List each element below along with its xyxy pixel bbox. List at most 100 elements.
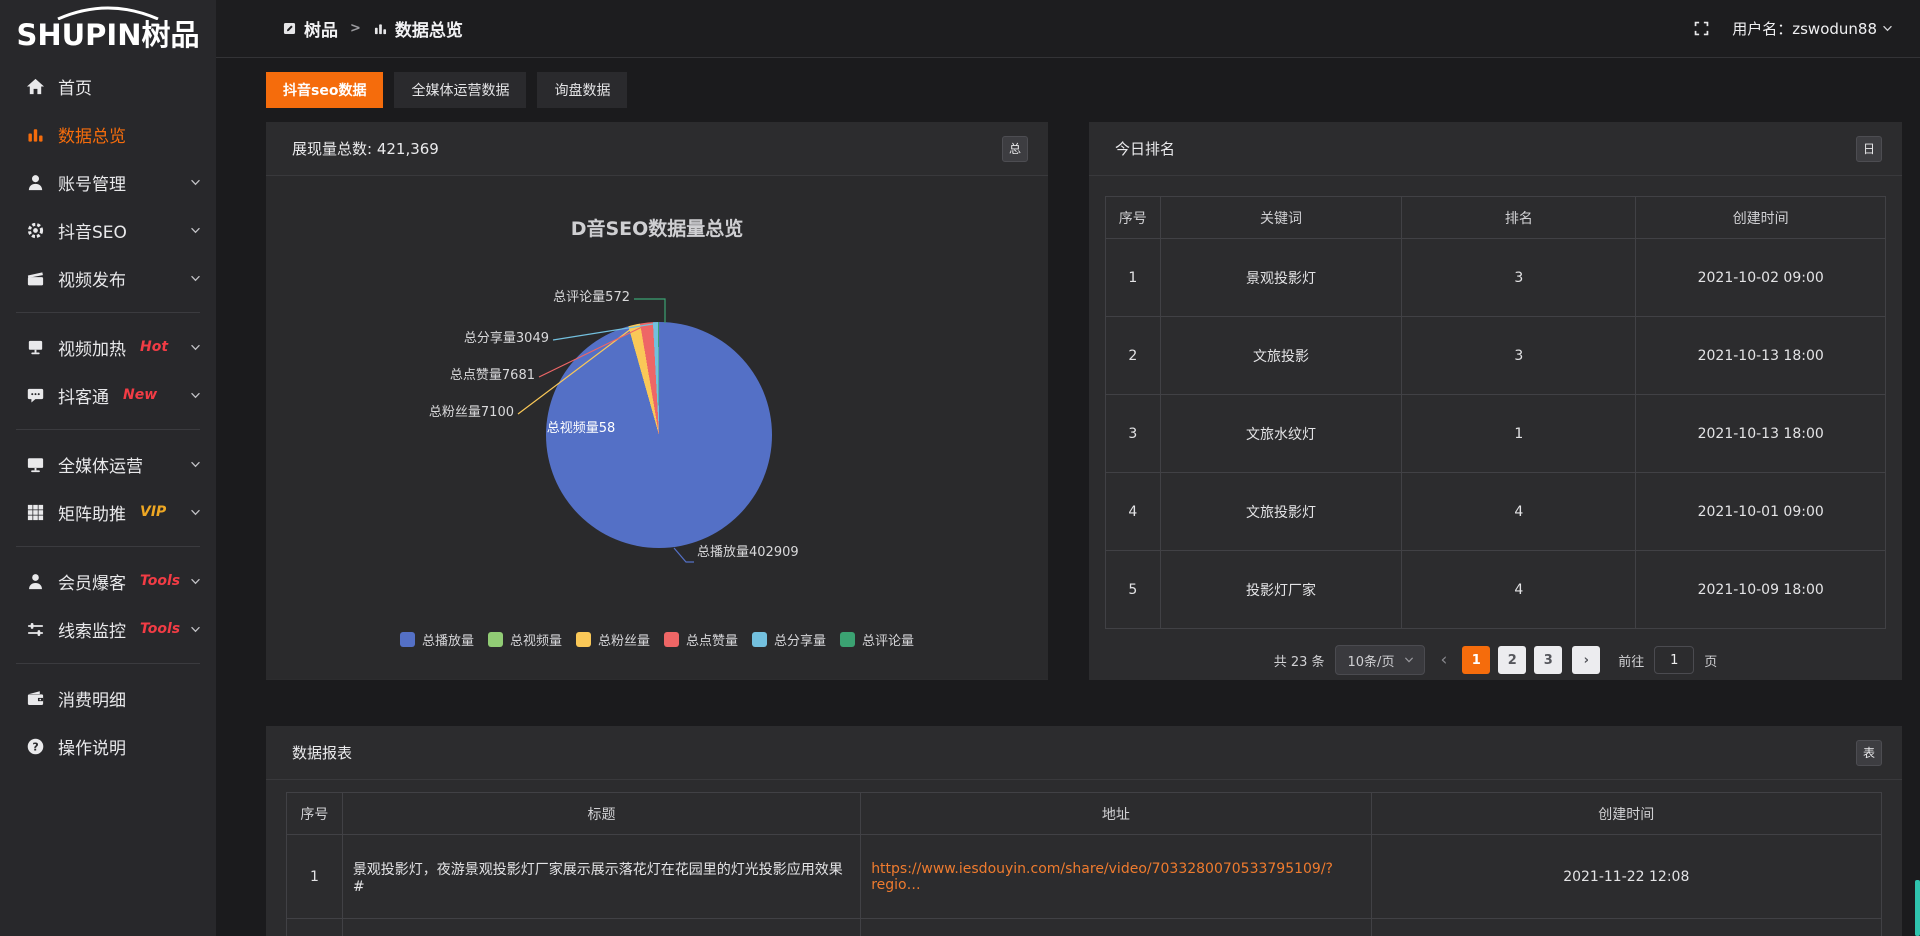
column-header: 创建时间 bbox=[1371, 793, 1881, 835]
chevron-down-icon bbox=[1403, 654, 1415, 666]
grid-icon bbox=[26, 503, 45, 522]
brand-logo[interactable]: SHUPIN树品 bbox=[0, 0, 216, 60]
sidebar-item-account[interactable]: 账号管理 bbox=[0, 158, 216, 206]
sliders-icon bbox=[26, 620, 45, 639]
tab-0[interactable]: 抖音seo数据 bbox=[266, 72, 383, 108]
page-button-2[interactable]: 2 bbox=[1498, 646, 1526, 674]
pie-label-name: 总点赞量 bbox=[450, 368, 502, 383]
sidebar-item-lead-monitor[interactable]: 线索监控Tools bbox=[0, 605, 216, 653]
sidebar-item-video-boost[interactable]: 视频加热Hot bbox=[0, 323, 216, 371]
ranking-card-title: 今日排名 bbox=[1115, 138, 1175, 159]
legend-swatch bbox=[664, 632, 679, 647]
column-header: 标题 bbox=[342, 793, 860, 835]
sidebar-item-badge: New bbox=[123, 387, 157, 403]
legend-item-1[interactable]: 总视频量 bbox=[488, 630, 562, 649]
table-row: 5投影灯厂家42021-10-09 18:00 bbox=[1106, 551, 1886, 629]
breadcrumb-item-shupin[interactable]: 树品 bbox=[282, 16, 338, 41]
legend-label: 总点赞量 bbox=[686, 630, 738, 649]
sidebar-item-expense-detail[interactable]: 消费明细 bbox=[0, 674, 216, 722]
chart-title: D音SEO数据量总览 bbox=[266, 214, 1048, 241]
page-buttons: 123 bbox=[1462, 646, 1562, 674]
goto-unit: 页 bbox=[1704, 651, 1717, 670]
table-cell: 5 bbox=[1106, 551, 1161, 629]
sidebar-item-label: 消费明细 bbox=[58, 686, 126, 711]
fullscreen-icon[interactable] bbox=[1693, 20, 1710, 37]
page-button-3[interactable]: 3 bbox=[1534, 646, 1562, 674]
table-row bbox=[287, 919, 1882, 936]
table-cell: 3 bbox=[1402, 317, 1636, 395]
table-row: 4文旅投影灯42021-10-01 09:00 bbox=[1106, 473, 1886, 551]
tab-1[interactable]: 全媒体运营数据 bbox=[394, 72, 526, 108]
pie-label-4: 总分享量3049 bbox=[464, 330, 549, 348]
sidebar-item-label: 数据总览 bbox=[58, 122, 126, 147]
sidebar-item-label: 操作说明 bbox=[58, 734, 126, 759]
screen-icon bbox=[26, 338, 45, 357]
breadcrumb-item-data-overview[interactable]: 数据总览 bbox=[373, 16, 463, 41]
sidebar-item-badge: Hot bbox=[140, 339, 168, 355]
legend-label: 总视频量 bbox=[510, 630, 562, 649]
legend-swatch bbox=[840, 632, 855, 647]
sidebar-item-matrix-push[interactable]: 矩阵助推VIP bbox=[0, 488, 216, 536]
sidebar-item-douketong[interactable]: 抖客通New bbox=[0, 371, 216, 419]
chevron-down-icon bbox=[1881, 22, 1894, 35]
pie-label-name: 总分享量 bbox=[464, 331, 516, 346]
table-cell: 景观投影灯 bbox=[1160, 239, 1402, 317]
next-page-button[interactable]: › bbox=[1572, 646, 1600, 674]
tab-2[interactable]: 询盘数据 bbox=[537, 72, 627, 108]
legend-item-2[interactable]: 总粉丝量 bbox=[576, 630, 650, 649]
sidebar-item-label: 视频发布 bbox=[58, 266, 126, 291]
prev-page-button[interactable]: ‹ bbox=[1435, 650, 1452, 670]
chart-legend: 总播放量 总视频量 总粉丝量 总点赞量总分享量总评论量 bbox=[266, 630, 1048, 649]
page-button-1[interactable]: 1 bbox=[1462, 646, 1490, 674]
table-view-button[interactable]: 表 bbox=[1856, 740, 1882, 766]
total-view-button[interactable]: 总 bbox=[1002, 136, 1028, 162]
goto-page-input[interactable] bbox=[1654, 646, 1694, 674]
chevron-down-icon bbox=[189, 389, 202, 402]
sidebar-item-video-publish[interactable]: 视频发布 bbox=[0, 254, 216, 302]
scrollbar-thumb[interactable] bbox=[1915, 880, 1920, 936]
legend-item-5[interactable]: 总评论量 bbox=[840, 630, 914, 649]
ranking-pagination: 共 23 条 10条/页 ‹ 123 › 前往 页 bbox=[1105, 645, 1886, 675]
legend-item-3[interactable]: 总点赞量 bbox=[664, 630, 738, 649]
topbar: 树品 > 数据总览 用户名：zswodun88 bbox=[216, 0, 1920, 58]
pie-label-1: 总视频量58 bbox=[547, 420, 616, 438]
table-cell: 4 bbox=[1106, 473, 1161, 551]
data-source-tabs: 抖音seo数据全媒体运营数据询盘数据 bbox=[266, 72, 1902, 108]
logo-arc bbox=[52, 6, 164, 20]
pie-label-value: 58 bbox=[599, 421, 616, 436]
legend-item-4[interactable]: 总分享量 bbox=[752, 630, 826, 649]
sidebar-item-douyin-seo[interactable]: 抖音SEO bbox=[0, 206, 216, 254]
legend-label: 总播放量 bbox=[422, 630, 474, 649]
chevron-down-icon bbox=[189, 506, 202, 519]
daily-view-button[interactable]: 日 bbox=[1856, 136, 1882, 162]
sidebar-item-data-overview[interactable]: 数据总览 bbox=[0, 110, 216, 158]
legend-swatch bbox=[752, 632, 767, 647]
table-cell: 文旅投影灯 bbox=[1160, 473, 1402, 551]
sidebar-divider bbox=[16, 429, 200, 430]
sidebar-item-badge: Tools bbox=[140, 573, 180, 589]
home-icon bbox=[26, 77, 45, 96]
user-menu[interactable]: 用户名：zswodun88 bbox=[1732, 18, 1894, 39]
sidebar-divider bbox=[16, 663, 200, 664]
pie-label-value: 7100 bbox=[481, 405, 514, 420]
chevron-down-icon bbox=[189, 224, 202, 237]
sidebar-item-label: 账号管理 bbox=[58, 170, 126, 195]
sidebar-item-help[interactable]: ?操作说明 bbox=[0, 722, 216, 770]
sidebar-item-label: 首页 bbox=[58, 74, 92, 99]
legend-swatch bbox=[400, 632, 415, 647]
table-cell: 1 bbox=[1106, 239, 1161, 317]
pie-label-name: 总评论量 bbox=[553, 290, 605, 305]
report-link[interactable]: https://www.iesdouyin.com/share/video/70… bbox=[871, 861, 1333, 893]
sidebar-item-home[interactable]: 首页 bbox=[0, 62, 216, 110]
breadcrumb-separator: > bbox=[350, 21, 361, 36]
legend-item-0[interactable]: 总播放量 bbox=[400, 630, 474, 649]
sidebar-item-badge: VIP bbox=[140, 504, 166, 520]
legend-label: 总粉丝量 bbox=[598, 630, 650, 649]
wallet-icon bbox=[26, 689, 45, 708]
table-cell-time bbox=[1371, 919, 1881, 936]
chevron-down-icon bbox=[189, 458, 202, 471]
sidebar-item-member-tools[interactable]: 会员爆客Tools bbox=[0, 557, 216, 605]
page-size-select[interactable]: 10条/页 bbox=[1335, 645, 1426, 675]
pie-label-name: 总播放量 bbox=[697, 545, 749, 560]
sidebar-item-media-ops[interactable]: 全媒体运营 bbox=[0, 440, 216, 488]
